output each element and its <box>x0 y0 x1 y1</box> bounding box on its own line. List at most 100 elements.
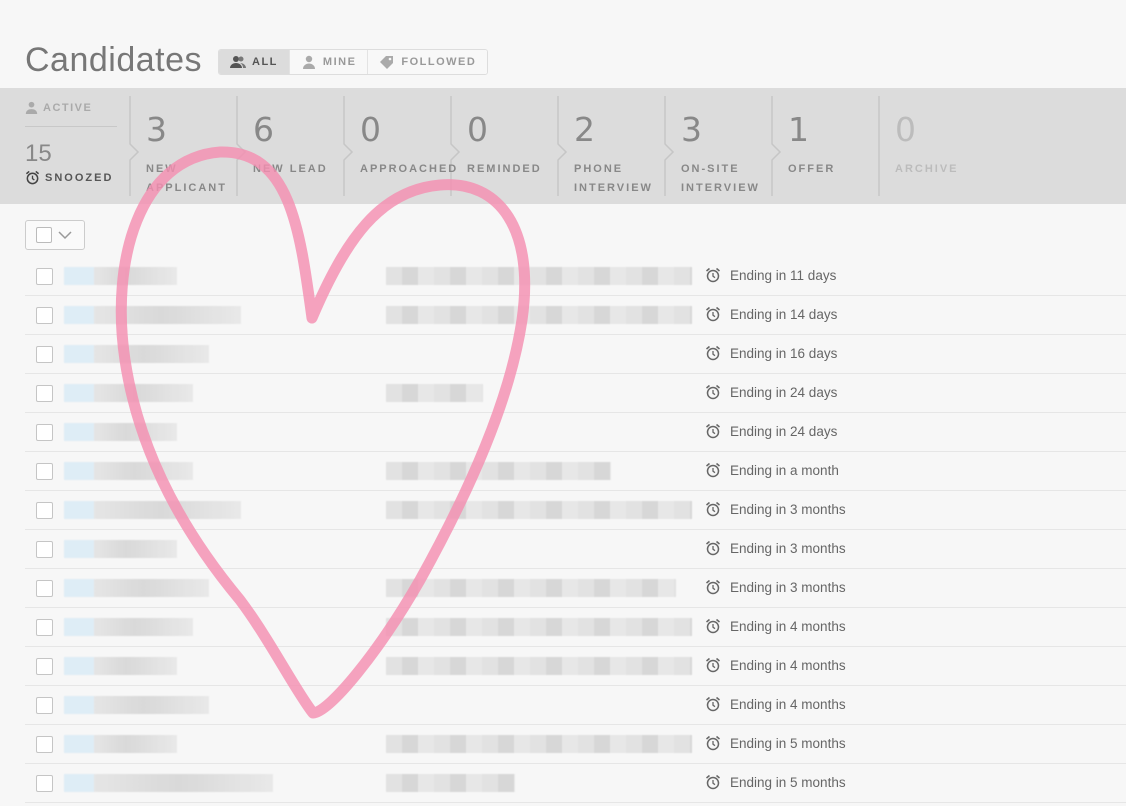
filter-followed-button[interactable]: FOLLOWED <box>368 49 488 74</box>
stage-offer[interactable]: 1 OFFER <box>788 88 878 204</box>
snooze-status: Ending in 4 months <box>705 618 846 634</box>
candidate-row[interactable]: Ending in 4 months <box>25 608 1126 647</box>
snooze-text: Ending in 4 months <box>730 618 846 634</box>
row-checkbox[interactable] <box>36 736 53 753</box>
candidate-row[interactable]: Ending in a month <box>25 452 1126 491</box>
stage-phone-interview[interactable]: 2 PHONE INTERVIEW <box>574 88 664 204</box>
candidate-row[interactable]: Ending in 16 days <box>25 335 1126 374</box>
filter-mine-button[interactable]: MINE <box>289 49 369 74</box>
candidate-info-redacted <box>386 462 611 480</box>
candidate-name-redacted[interactable] <box>64 774 273 792</box>
candidate-name-redacted[interactable] <box>64 384 193 402</box>
snoozed-tab[interactable]: SNOOZED <box>25 170 113 185</box>
snooze-status: Ending in 3 months <box>705 579 846 595</box>
candidate-name-redacted[interactable] <box>64 735 177 753</box>
active-snoozed-panel: ACTIVE 15 SNOOZED <box>25 88 117 204</box>
tag-icon <box>380 55 394 69</box>
chevron-down-icon <box>58 231 72 240</box>
candidate-name-redacted[interactable] <box>64 267 177 285</box>
snooze-text: Ending in 3 months <box>730 579 846 595</box>
select-all-checkbox[interactable] <box>36 227 52 243</box>
stage-label: REMINDED <box>467 163 542 175</box>
alarm-clock-icon <box>706 579 720 595</box>
stage-on-site-interview[interactable]: 3 ON-SITE INTERVIEW <box>681 88 771 204</box>
candidate-name-redacted[interactable] <box>64 345 209 363</box>
candidate-row[interactable]: Ending in 24 days <box>25 374 1126 413</box>
row-checkbox[interactable] <box>36 697 53 714</box>
candidate-row[interactable]: Ending in 5 months <box>25 725 1126 764</box>
row-checkbox[interactable] <box>36 580 53 597</box>
filter-all-button[interactable]: ALL <box>219 49 290 74</box>
row-checkbox[interactable] <box>36 385 53 402</box>
stage-count: 3 <box>146 110 167 149</box>
stage-new-lead[interactable]: 6 NEW LEAD <box>253 88 343 204</box>
candidate-name-redacted[interactable] <box>64 657 177 675</box>
candidate-name-redacted[interactable] <box>64 540 177 558</box>
row-checkbox[interactable] <box>36 502 53 519</box>
candidate-name-redacted[interactable] <box>64 423 177 441</box>
candidate-name-redacted[interactable] <box>64 306 241 324</box>
stage-count: 6 <box>253 110 274 149</box>
snooze-status: Ending in 4 months <box>705 657 846 673</box>
row-checkbox[interactable] <box>36 346 53 363</box>
candidate-info-redacted <box>386 735 692 753</box>
stage-new-applicant[interactable]: 3 NEW APPLICANT <box>146 88 236 204</box>
alarm-clock-icon <box>706 657 720 673</box>
stage-label: NEW LEAD <box>253 163 328 175</box>
candidate-info-redacted <box>386 774 515 792</box>
snooze-text: Ending in 16 days <box>730 345 838 361</box>
stage-archive[interactable]: 0 ARCHIVE <box>895 88 985 204</box>
candidate-row[interactable]: Ending in 4 months <box>25 686 1126 725</box>
stage-reminded[interactable]: 0 REMINDED <box>467 88 557 204</box>
snooze-text: Ending in 24 days <box>730 423 838 439</box>
candidate-name-redacted[interactable] <box>64 462 193 480</box>
candidate-name-redacted[interactable] <box>64 501 241 519</box>
snooze-text: Ending in 5 months <box>730 774 846 790</box>
row-checkbox[interactable] <box>36 307 53 324</box>
candidate-row[interactable]: Ending in 3 months <box>25 569 1126 608</box>
row-checkbox[interactable] <box>36 463 53 480</box>
row-checkbox[interactable] <box>36 619 53 636</box>
snooze-status: Ending in 3 months <box>705 540 846 556</box>
snooze-status: Ending in 24 days <box>705 423 837 439</box>
row-checkbox[interactable] <box>36 424 53 441</box>
alarm-clock-icon <box>25 170 40 185</box>
snooze-status: Ending in 24 days <box>705 384 837 400</box>
candidate-row[interactable]: Ending in 11 days <box>25 257 1126 296</box>
stage-label: ARCHIVE <box>895 163 959 175</box>
candidate-row[interactable]: Ending in 14 days <box>25 296 1126 335</box>
candidate-name-redacted[interactable] <box>64 579 209 597</box>
candidate-row[interactable]: Ending in 5 months <box>25 764 1126 803</box>
alarm-clock-icon <box>706 696 720 712</box>
candidate-row[interactable]: Ending in 4 months <box>25 647 1126 686</box>
snooze-status: Ending in 5 months <box>705 774 846 790</box>
candidate-row[interactable]: Ending in 3 months <box>25 530 1126 569</box>
candidate-info-redacted <box>386 267 692 285</box>
snooze-text: Ending in 3 months <box>730 501 846 517</box>
stage-label: ON-SITE INTERVIEW <box>681 163 760 194</box>
row-checkbox[interactable] <box>36 658 53 675</box>
alarm-clock-icon <box>706 735 720 751</box>
candidate-info-redacted <box>386 306 692 324</box>
candidate-row[interactable]: Ending in 24 days <box>25 413 1126 452</box>
row-checkbox[interactable] <box>36 775 53 792</box>
candidate-name-redacted[interactable] <box>64 696 209 714</box>
filter-all-label: ALL <box>252 55 278 68</box>
stage-approached[interactable]: 0 APPROACHED <box>360 88 456 204</box>
stage-label: PHONE INTERVIEW <box>574 163 653 194</box>
candidate-info-redacted <box>386 579 676 597</box>
select-all-dropdown[interactable] <box>25 220 85 250</box>
stage-label: APPROACHED <box>360 163 459 175</box>
candidate-row[interactable]: Ending in 3 months <box>25 491 1126 530</box>
row-checkbox[interactable] <box>36 268 53 285</box>
alarm-clock-icon <box>706 384 720 400</box>
divider <box>25 126 117 127</box>
row-checkbox[interactable] <box>36 541 53 558</box>
stage-count: 0 <box>467 110 488 149</box>
stage-label: OFFER <box>788 163 836 175</box>
alarm-clock-icon <box>706 345 720 361</box>
candidate-name-redacted[interactable] <box>64 618 193 636</box>
person-icon <box>25 101 38 114</box>
snooze-status: Ending in 4 months <box>705 696 846 712</box>
active-tab[interactable]: ACTIVE <box>25 101 92 114</box>
